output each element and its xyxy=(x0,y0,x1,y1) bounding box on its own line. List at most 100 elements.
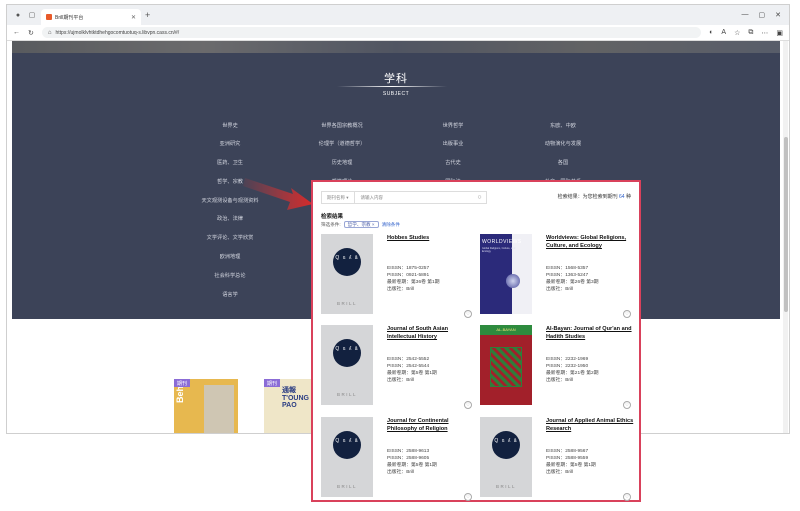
subject-link[interactable]: 社会科学总论 xyxy=(214,272,245,279)
search-type-select[interactable]: 期刊名称 ▾ xyxy=(322,192,355,203)
favorite-heart-icon[interactable]: ♡ xyxy=(623,493,631,501)
subject-link[interactable]: 世界史 xyxy=(222,122,238,129)
journal-meta: EISSN：1568-5357 PISSN：1363-5247 最新卷期：第26卷 … xyxy=(546,265,599,293)
extension-icon[interactable]: ◐ xyxy=(709,29,713,37)
subject-link[interactable]: 伦理学（道德哲学） xyxy=(319,140,366,147)
cover-title: WORLDVIEWS xyxy=(482,239,522,245)
journal-cover[interactable]: Q ɢ ʎ ǎ BRILL xyxy=(480,417,532,497)
search-icon[interactable]: ○ xyxy=(473,194,486,201)
favorite-heart-icon[interactable]: ♡ xyxy=(623,401,631,409)
favorite-icon[interactable]: ☆ xyxy=(734,29,740,37)
search-input[interactable]: 请输入内容 xyxy=(355,195,473,201)
reload-icon[interactable]: ↻ xyxy=(28,29,34,37)
journal-title[interactable]: Worldviews: Global Religions, Culture, a… xyxy=(546,234,634,250)
journal-publisher: 出版社：Brill xyxy=(387,287,415,292)
read-aloud-icon[interactable]: A xyxy=(721,29,726,37)
subject-link[interactable]: 出版事业 xyxy=(443,140,464,147)
journal-meta: EISSN：2588-9613 PISSN：2588-9605 最新卷期：第5卷 第… xyxy=(387,448,437,476)
subject-link[interactable]: 文学评论、文学欣赏 xyxy=(207,234,254,241)
journal-card[interactable]: AL-BAYAN Al-Bayan: Journal of Qur'an and … xyxy=(480,325,635,413)
journal-cover[interactable]: Q ɢ ʎ ǎ BRILL xyxy=(321,417,373,497)
browser-tab[interactable]: Brill期刊平台 ✕ xyxy=(41,9,141,25)
journal-card[interactable]: Q ɢ ʎ ǎ BRILL Journal of South Asian Intel… xyxy=(321,325,476,413)
banner-strip xyxy=(12,41,780,53)
journal-eissn: EISSN：2588-9613 xyxy=(387,449,430,454)
journal-latest-issue: 最新卷期：第5卷 第1期 xyxy=(546,463,596,468)
cover-photo xyxy=(204,385,234,433)
result-count-number: 64 xyxy=(619,194,625,200)
brill-brand: BRILL xyxy=(336,301,357,306)
subject-link[interactable]: 古代史 xyxy=(445,159,461,166)
journal-cover[interactable]: WORLDVIEWS Global Religions, Culture, and… xyxy=(480,234,532,314)
journal-publisher: 出版社：Brill xyxy=(387,378,415,383)
new-tab-icon[interactable]: + xyxy=(145,10,150,20)
search-type-value: 期刊名称 xyxy=(327,194,345,200)
back-icon[interactable]: ← xyxy=(13,29,20,36)
page-scrollbar[interactable] xyxy=(783,41,788,433)
journal-publisher: 出版社：Brill xyxy=(546,378,574,383)
subject-link[interactable]: 医药、卫生 xyxy=(217,159,243,166)
tab-actions-icon[interactable]: ▢ xyxy=(27,10,37,20)
journal-meta: EISSN：2542-5552 PISSN：2542-5544 最新卷期：第5卷 第… xyxy=(387,356,437,384)
brill-seal-icon xyxy=(333,339,361,367)
subject-link[interactable]: 语言学 xyxy=(222,291,238,298)
collections-icon[interactable]: ⧉ xyxy=(748,29,753,37)
journal-publisher: 出版社：Brill xyxy=(546,287,574,292)
subject-link[interactable]: 东欧、中欧 xyxy=(550,122,576,129)
brill-seal-icon xyxy=(333,431,361,459)
filter-row: 筛选条件: 哲学、宗教 × 清除条件 xyxy=(321,221,400,228)
subject-link[interactable]: 世界各国宗教概况 xyxy=(321,122,363,129)
subject-link[interactable]: 各国 xyxy=(558,159,568,166)
journal-title[interactable]: Journal of Applied Animal Ethics Researc… xyxy=(546,417,634,433)
url-text: https://ujmolklvhtktdhehgocomtuotuq-s.li… xyxy=(55,29,180,36)
brill-brand: BRILL xyxy=(336,392,357,397)
subject-link[interactable]: 政治、法律 xyxy=(217,215,243,222)
scrollbar-thumb[interactable] xyxy=(783,137,788,312)
brill-glyph: Q ɢ ʎ ǎ xyxy=(335,438,359,444)
book-cover: Behaviour xyxy=(174,359,238,433)
maximize-icon[interactable]: ▢ xyxy=(759,11,766,19)
close-window-icon[interactable]: ✕ xyxy=(775,11,781,19)
favorite-heart-icon[interactable]: ♡ xyxy=(464,310,472,318)
journal-title[interactable]: Hobbes Studies xyxy=(387,234,475,242)
journal-card[interactable]: Q ɢ ʎ ǎ BRILL Journal of Applied Animal Et… xyxy=(480,417,635,505)
url-field[interactable]: ⌂ https://ujmolklvhtktdhehgocomtuotuq-s.… xyxy=(41,27,702,38)
journal-card[interactable]: Q ɢ ʎ ǎ BRILL Journal for Continental Phil… xyxy=(321,417,476,505)
close-tab-icon[interactable]: ✕ xyxy=(131,14,136,21)
brill-glyph: Q ɢ ʎ ǎ xyxy=(335,255,359,261)
result-count-prefix: 检索结果：为您检索到期刊 xyxy=(557,194,618,200)
subject-link[interactable]: 哲学、宗教 xyxy=(217,178,243,185)
journal-card[interactable]: WORLDVIEWS Global Religions, Culture, and… xyxy=(480,234,635,322)
journal-publisher: 出版社：Brill xyxy=(387,470,415,475)
subject-link[interactable]: 世界哲学 xyxy=(443,122,464,129)
favorite-heart-icon[interactable]: ♡ xyxy=(464,493,472,501)
favorite-heart-icon[interactable]: ♡ xyxy=(464,401,472,409)
brill-seal-icon xyxy=(333,248,361,276)
journal-title[interactable]: Journal of South Asian Intellectual Hist… xyxy=(387,325,475,341)
journal-latest-issue: 最新卷期：第21卷 第2期 xyxy=(546,371,599,376)
minimize-icon[interactable]: — xyxy=(742,11,749,19)
subject-link[interactable]: 动物演化与发展 xyxy=(545,140,581,147)
more-icon[interactable]: ⋯ xyxy=(761,29,768,37)
window-controls: — ▢ ✕ xyxy=(742,11,790,19)
journal-pissn: PISSN：2232-1950 xyxy=(546,364,589,369)
favorite-heart-icon[interactable]: ♡ xyxy=(623,310,631,318)
journal-eissn: EISSN：2542-5552 xyxy=(387,357,430,362)
address-bar: ← ↻ ⌂ https://ujmolklvhtktdhehgocomtuotu… xyxy=(7,25,789,41)
subject-link[interactable]: 欧洲地理 xyxy=(220,253,241,260)
subject-link[interactable]: 亚洲研究 xyxy=(220,140,241,147)
journal-card[interactable]: Q ɢ ʎ ǎ BRILL Hobbes Studies EISSN：1875-025… xyxy=(321,234,476,322)
journal-cover[interactable]: Q ɢ ʎ ǎ BRILL xyxy=(321,234,373,314)
journal-title[interactable]: Journal for Continental Philosophy of Re… xyxy=(387,417,475,433)
journal-title[interactable]: Al-Bayan: Journal of Qur'an and Hadith S… xyxy=(546,325,634,341)
journal-pissn: PISSN：2588-9559 xyxy=(546,456,589,461)
journal-cover[interactable]: Q ɢ ʎ ǎ BRILL xyxy=(321,325,373,405)
journal-thumb-behaviour[interactable]: Behaviour 期刊 xyxy=(174,359,238,433)
subject-link[interactable]: 历史地理 xyxy=(332,159,353,166)
clear-filters-link[interactable]: 清除条件 xyxy=(382,222,400,228)
profile-icon[interactable]: ● xyxy=(13,10,23,20)
sidebar-icon[interactable]: ▣ xyxy=(776,29,783,37)
journal-cover[interactable]: AL-BAYAN xyxy=(480,325,532,405)
filter-chip-philosophy-religion[interactable]: 哲学、宗教 × xyxy=(343,221,379,228)
journal-tag: 期刊 xyxy=(174,379,190,387)
